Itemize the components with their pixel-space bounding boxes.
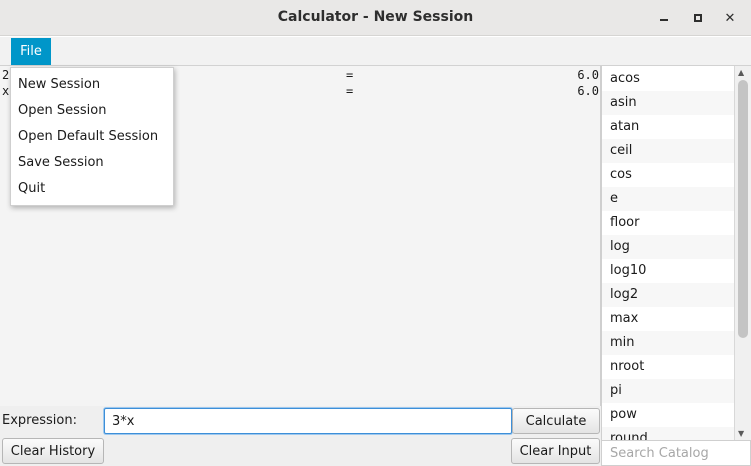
history-expression: 2	[2, 68, 10, 82]
menu-item-quit[interactable]: Quit	[18, 181, 45, 196]
catalog-item[interactable]: pow	[602, 403, 735, 427]
title-bar: Calculator - New Session ✕	[0, 0, 751, 36]
history-expression: x	[2, 84, 10, 98]
menu-item-open-session[interactable]: Open Session	[18, 103, 106, 118]
expression-input[interactable]	[104, 408, 512, 434]
catalog-item[interactable]: max	[602, 307, 735, 331]
catalog-item[interactable]: log2	[602, 283, 735, 307]
expression-label: Expression:	[2, 413, 77, 428]
scroll-down-arrow-icon[interactable]: ▼	[738, 429, 744, 438]
minimize-button[interactable]	[654, 8, 674, 28]
history-equals: =	[346, 68, 354, 82]
catalog-item[interactable]: acos	[602, 67, 735, 91]
maximize-icon	[694, 14, 702, 22]
calculate-button[interactable]: Calculate	[512, 408, 600, 434]
catalog-scrollbar[interactable]: ▲ ▼	[734, 66, 751, 440]
history-equals: =	[346, 84, 354, 98]
menu-bar: File	[0, 37, 751, 66]
scroll-up-arrow-icon[interactable]: ▲	[738, 68, 744, 77]
menu-item-open-default-session[interactable]: Open Default Session	[18, 129, 158, 144]
catalog-item[interactable]: ceil	[602, 139, 735, 163]
menu-item-new-session[interactable]: New Session	[18, 77, 100, 92]
close-button[interactable]: ✕	[720, 8, 740, 28]
history-result: 6.0	[577, 68, 599, 82]
catalog-item[interactable]: pi	[602, 379, 735, 403]
maximize-button[interactable]	[688, 8, 708, 28]
catalog-item[interactable]: floor	[602, 211, 735, 235]
minimize-icon	[660, 19, 668, 21]
search-catalog-input[interactable]	[601, 440, 751, 466]
file-menu-dropdown: New Session Open Session Open Default Se…	[10, 67, 174, 206]
clear-history-button[interactable]: Clear History	[2, 438, 104, 464]
catalog-item[interactable]: round	[602, 427, 735, 440]
catalog-item[interactable]: cos	[602, 163, 735, 187]
catalog-item[interactable]: atan	[602, 115, 735, 139]
catalog-item[interactable]: log10	[602, 259, 735, 283]
close-icon: ✕	[724, 10, 736, 26]
history-result: 6.0	[577, 84, 599, 98]
catalog-list[interactable]: acos asin atan ceil cos e floor log log1…	[601, 66, 751, 440]
menu-file[interactable]: File	[11, 38, 51, 65]
scrollbar-thumb[interactable]	[738, 80, 748, 338]
catalog-item[interactable]: log	[602, 235, 735, 259]
catalog-item[interactable]: min	[602, 331, 735, 355]
catalog-item[interactable]: nroot	[602, 355, 735, 379]
menu-item-save-session[interactable]: Save Session	[18, 155, 104, 170]
window-title: Calculator - New Session	[277, 9, 474, 25]
catalog-item[interactable]: asin	[602, 91, 735, 115]
clear-input-button[interactable]: Clear Input	[511, 438, 600, 464]
catalog-item[interactable]: e	[602, 187, 735, 211]
